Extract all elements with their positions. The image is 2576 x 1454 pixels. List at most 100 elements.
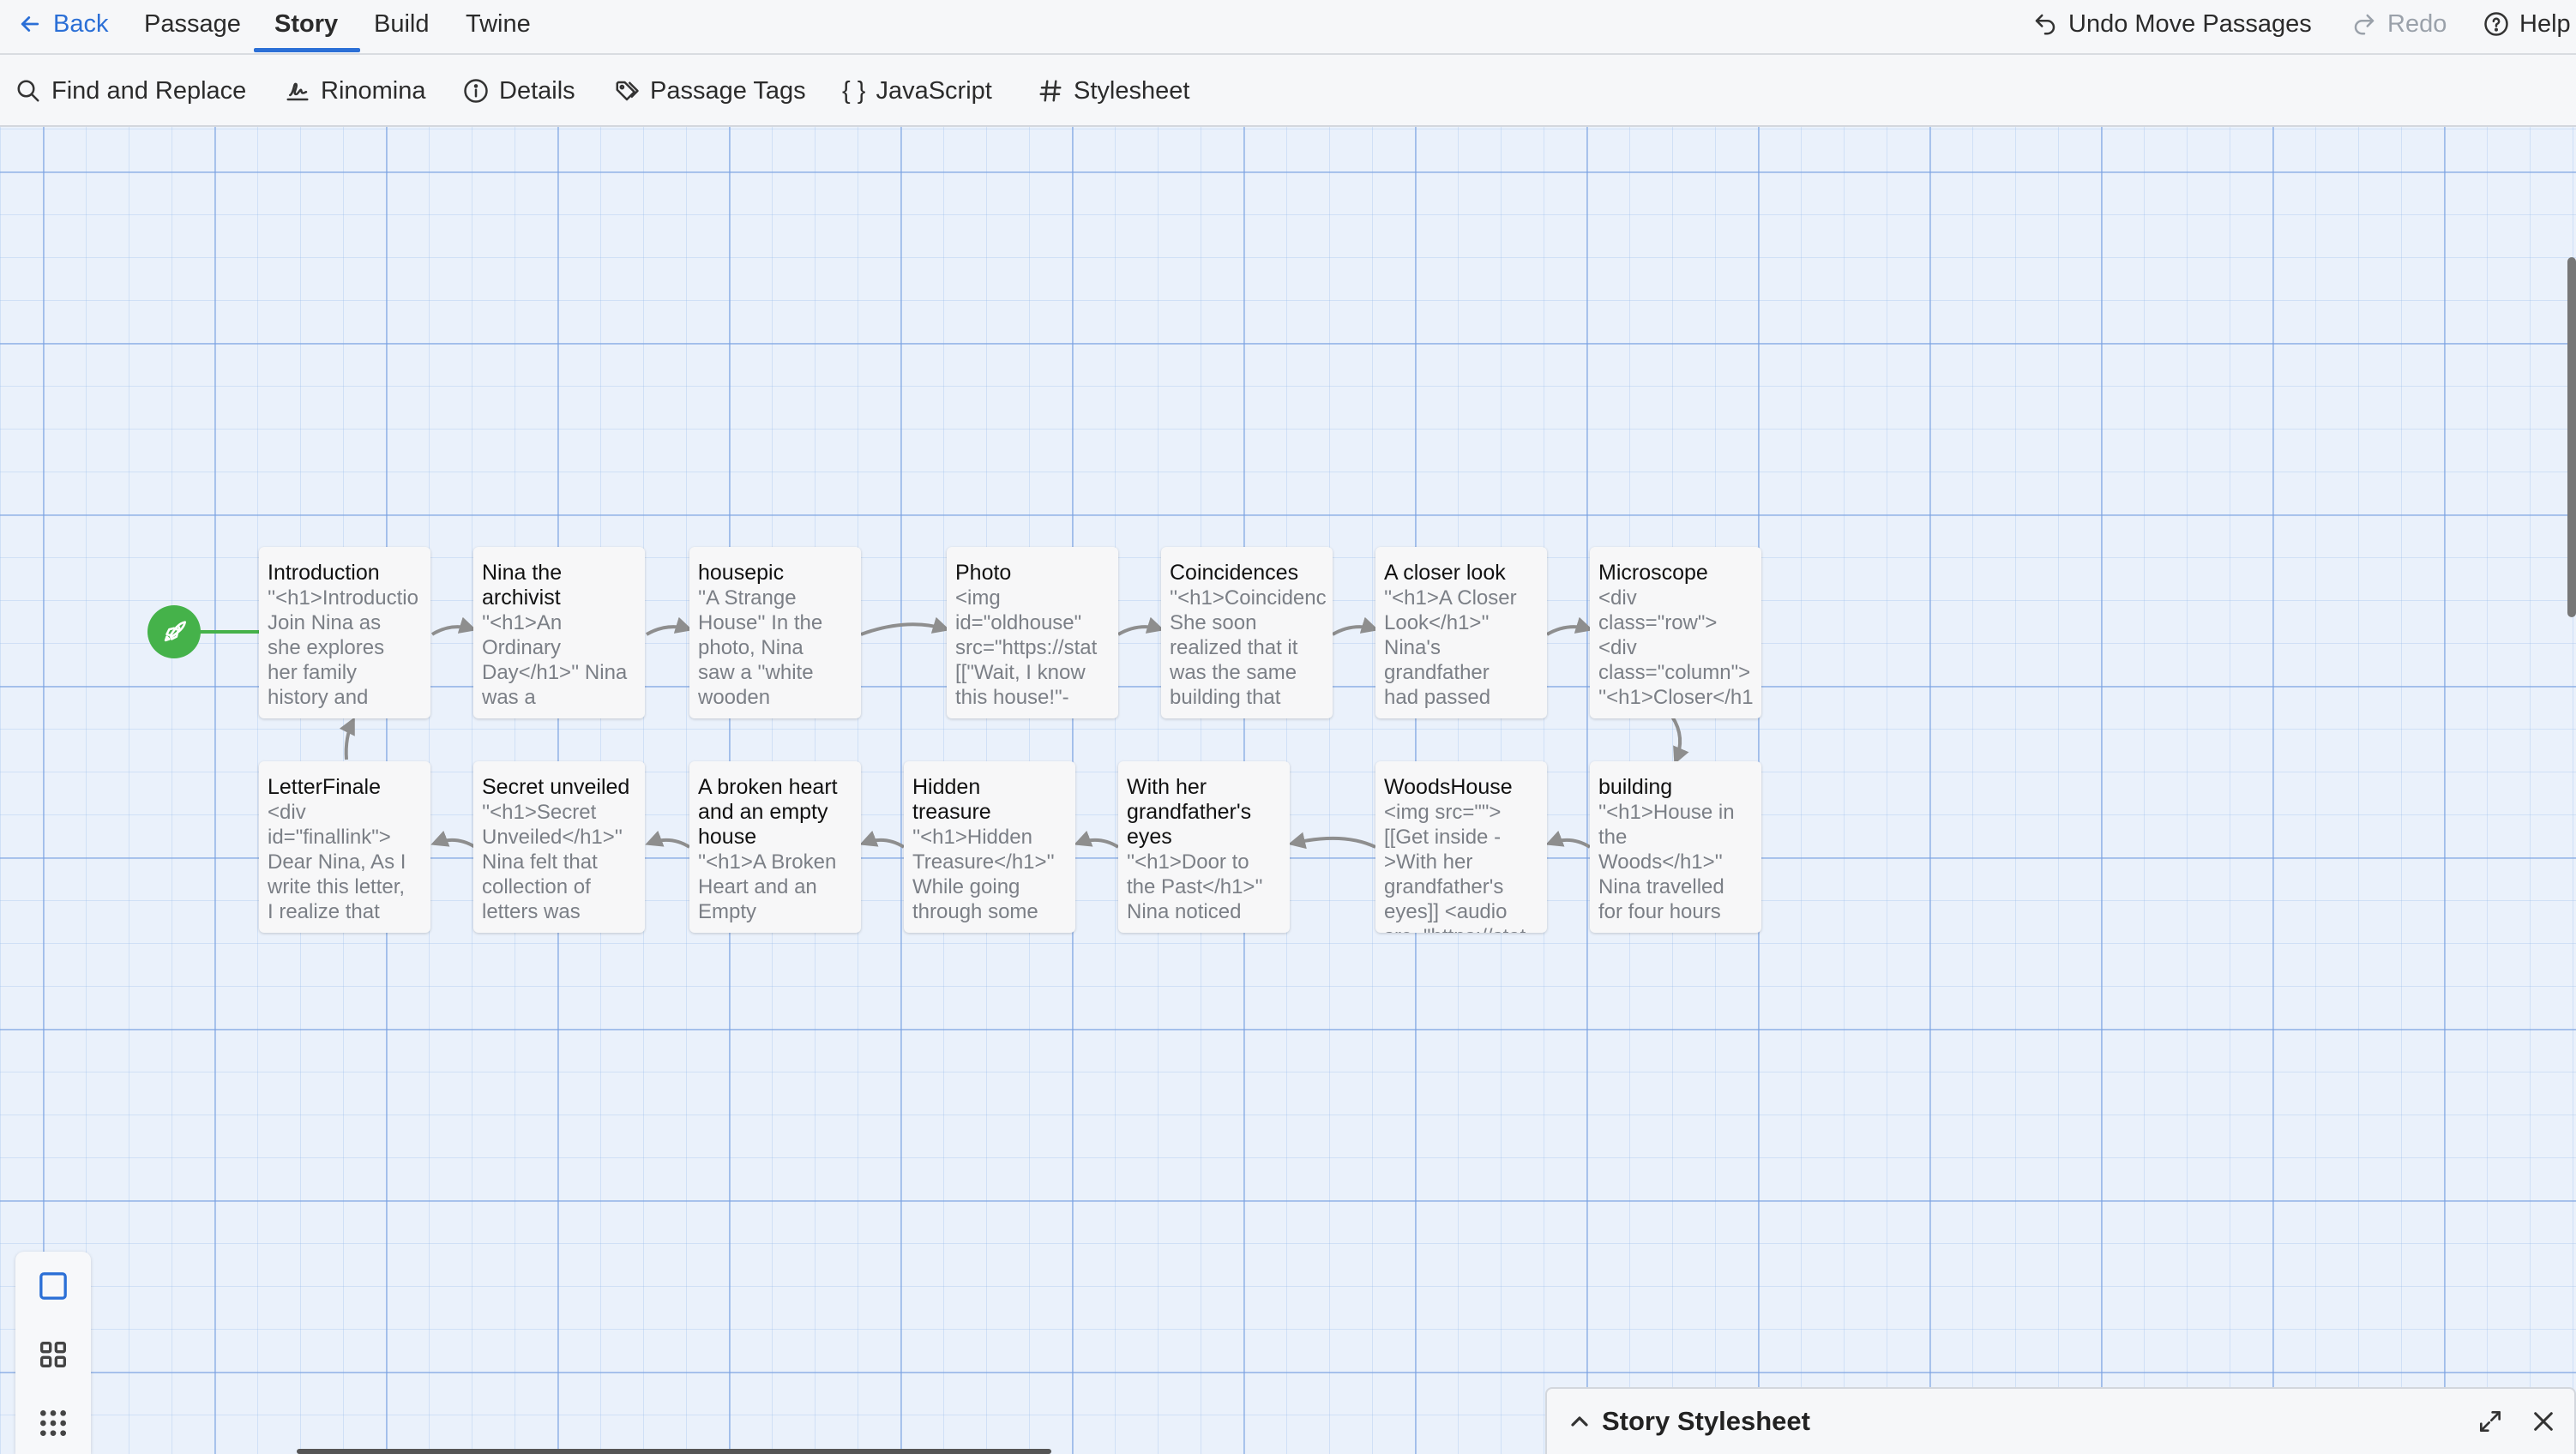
passage-card-nina-the-archivist[interactable]: Nina the archivist ''<h1>An Ordinary Day… bbox=[473, 547, 645, 718]
passage-title: LetterFinale bbox=[268, 775, 382, 799]
javascript-label: JavaScript bbox=[876, 76, 992, 105]
passage-card-microscope[interactable]: Microscope <div class="row"> <div class=… bbox=[1590, 547, 1761, 718]
dialog-title: Story Stylesheet bbox=[1602, 1406, 1810, 1436]
find-and-replace-button[interactable]: Find and Replace bbox=[15, 55, 246, 127]
braces-icon: { } bbox=[842, 76, 866, 105]
chevron-up-icon bbox=[1571, 1416, 1588, 1427]
passage-excerpt: ''<h1>House in the Woods</h1>'' Nina tra… bbox=[1598, 801, 1735, 923]
passage-title: Nina the archivist bbox=[482, 561, 563, 610]
passage-card-a-closer-look[interactable]: A closer look ''<h1>A Closer Look</h1>''… bbox=[1375, 547, 1547, 718]
passage-title: Coincidences bbox=[1170, 561, 1299, 585]
signature-icon bbox=[285, 78, 310, 104]
passage-card-woodshouse[interactable]: WoodsHouse <img src=""> [[Get inside - >… bbox=[1375, 761, 1547, 933]
rename-label: Rinomina bbox=[321, 76, 426, 105]
info-icon bbox=[463, 78, 489, 104]
passage-excerpt: ''<h1>A Broken Heart and an Empty bbox=[698, 850, 837, 923]
zoom-passage-view-button[interactable] bbox=[34, 1267, 72, 1305]
passage-excerpt: ''<h1>Introductio Join Nina as she explo… bbox=[268, 586, 418, 709]
find-and-replace-label: Find and Replace bbox=[51, 76, 247, 105]
passage-card-building[interactable]: building ''<h1>House in the Woods</h1>''… bbox=[1590, 761, 1761, 933]
expand-icon bbox=[2480, 1411, 2501, 1432]
redo-label: Redo bbox=[2387, 9, 2447, 38]
close-button[interactable] bbox=[2528, 1406, 2559, 1437]
tab-twine[interactable]: Twine bbox=[466, 0, 531, 48]
zoom-controls bbox=[15, 1252, 91, 1454]
stylesheet-button[interactable]: Stylesheet bbox=[1038, 55, 1189, 127]
tab-twine-label: Twine bbox=[466, 9, 531, 38]
tags-icon bbox=[614, 78, 640, 104]
tab-passage[interactable]: Passage bbox=[144, 0, 241, 48]
tab-story[interactable]: Story bbox=[274, 0, 338, 48]
passage-card-coincidences[interactable]: Coincidences ''<h1>Coincidenc She soon r… bbox=[1161, 547, 1333, 718]
hash-icon bbox=[1038, 78, 1063, 104]
passage-title: Introduction bbox=[268, 561, 380, 585]
collapse-button[interactable] bbox=[1564, 1406, 1595, 1437]
tab-passage-label: Passage bbox=[144, 9, 241, 38]
back-label: Back bbox=[53, 9, 109, 38]
passage-card-hidden-treasure[interactable]: Hidden treasure ''<h1>Hidden Treasure</h… bbox=[904, 761, 1075, 933]
stylesheet-label: Stylesheet bbox=[1074, 76, 1190, 105]
passage-card-housepic[interactable]: housepic ''A Strange House'' In the phot… bbox=[689, 547, 861, 718]
details-label: Details bbox=[499, 76, 575, 105]
passage-title: Photo bbox=[955, 561, 1012, 585]
passage-title: Secret unveiled bbox=[482, 775, 630, 799]
passage-title: A broken heart and an empty house bbox=[698, 775, 838, 849]
undo-label: Undo Move Passages bbox=[2068, 9, 2312, 38]
passage-title: building bbox=[1598, 775, 1673, 799]
passage-excerpt: ''<h1>Door to the Past</h1>'' Nina notic… bbox=[1127, 850, 1263, 923]
undo-button[interactable]: Undo Move Passages bbox=[2032, 0, 2312, 48]
tab-story-label: Story bbox=[274, 9, 339, 38]
passage-excerpt: ''<h1>An Ordinary Day</h1>'' Nina was a bbox=[482, 611, 628, 709]
start-connector bbox=[199, 630, 259, 634]
passage-title: A closer look bbox=[1384, 561, 1506, 585]
passage-card-a-broken-heart[interactable]: A broken heart and an empty house ''<h1>… bbox=[689, 761, 861, 933]
passage-excerpt: <img id="oldhouse" src="https://stat [["… bbox=[955, 586, 1098, 709]
passage-excerpt: ''<h1>A Closer Look</h1>'' Nina's grandf… bbox=[1384, 586, 1517, 709]
horizontal-scrollbar[interactable] bbox=[297, 1449, 1051, 1454]
passage-excerpt: ''<h1>Coincidenc She soon realized that … bbox=[1170, 586, 1327, 709]
redo-icon bbox=[2351, 11, 2377, 37]
tab-build-label: Build bbox=[374, 9, 430, 38]
tab-build[interactable]: Build bbox=[374, 0, 430, 48]
arrow-left-icon bbox=[17, 11, 43, 37]
passage-excerpt: <img src=""> [[Get inside - >With her gr… bbox=[1384, 801, 1526, 933]
javascript-button[interactable]: { } JavaScript bbox=[842, 55, 992, 127]
grid-dots-icon bbox=[40, 1410, 66, 1436]
help-button[interactable]: Help bbox=[2483, 0, 2571, 48]
passage-excerpt: ''A Strange House'' In the photo, Nina s… bbox=[698, 586, 823, 709]
passage-excerpt: ''<h1>Hidden Treasure</h1>'' While going… bbox=[912, 826, 1055, 923]
back-button[interactable]: Back bbox=[17, 0, 108, 48]
grid-four-icon bbox=[40, 1342, 67, 1367]
zoom-structure-view-button[interactable] bbox=[34, 1404, 72, 1442]
details-button[interactable]: Details bbox=[463, 55, 575, 127]
passage-card-with-her-grandfathers-eyes[interactable]: With her grandfather's eyes ''<h1>Door t… bbox=[1118, 761, 1290, 933]
passage-title: Microscope bbox=[1598, 561, 1708, 585]
help-label: Help bbox=[2519, 9, 2571, 38]
passage-excerpt: ''<h1>Secret Unveiled</h1>'' Nina felt t… bbox=[482, 801, 623, 923]
passage-card-secret-unveiled[interactable]: Secret unveiled ''<h1>Secret Unveiled</h… bbox=[473, 761, 645, 933]
vertical-scrollbar[interactable] bbox=[2567, 257, 2576, 617]
story-stylesheet-dialog: Story Stylesheet bbox=[1545, 1387, 2576, 1454]
passage-card-letterfinale[interactable]: LetterFinale <div id="finallink"> Dear N… bbox=[259, 761, 430, 933]
start-passage-badge bbox=[147, 605, 201, 658]
zoom-titles-view-button[interactable] bbox=[34, 1336, 72, 1373]
redo-button[interactable]: Redo bbox=[2351, 0, 2447, 48]
help-icon bbox=[2483, 11, 2509, 37]
top-menubar: Back Passage Story Build Twine Undo Move… bbox=[0, 0, 2576, 55]
rename-button[interactable]: Rinomina bbox=[285, 55, 426, 127]
active-tab-indicator bbox=[254, 48, 360, 52]
square-icon bbox=[39, 1272, 67, 1300]
undo-icon bbox=[2032, 11, 2058, 37]
passage-tags-label: Passage Tags bbox=[650, 76, 806, 105]
close-icon bbox=[2534, 1412, 2553, 1431]
passage-tags-button[interactable]: Passage Tags bbox=[614, 55, 806, 127]
passage-title: WoodsHouse bbox=[1384, 775, 1513, 799]
passage-excerpt: <div class="row"> <div class="column"> '… bbox=[1598, 586, 1754, 709]
story-toolbar: Find and Replace Rinomina Details Passag… bbox=[0, 55, 2576, 127]
passage-title: With her grandfather's eyes bbox=[1127, 775, 1252, 849]
passage-card-photo[interactable]: Photo <img id="oldhouse" src="https://st… bbox=[947, 547, 1118, 718]
maximize-button[interactable] bbox=[2475, 1406, 2506, 1437]
passage-title: housepic bbox=[698, 561, 785, 585]
passage-title: Hidden treasure bbox=[912, 775, 991, 824]
passage-card-introduction[interactable]: Introduction ''<h1>Introductio Join Nina… bbox=[259, 547, 430, 718]
